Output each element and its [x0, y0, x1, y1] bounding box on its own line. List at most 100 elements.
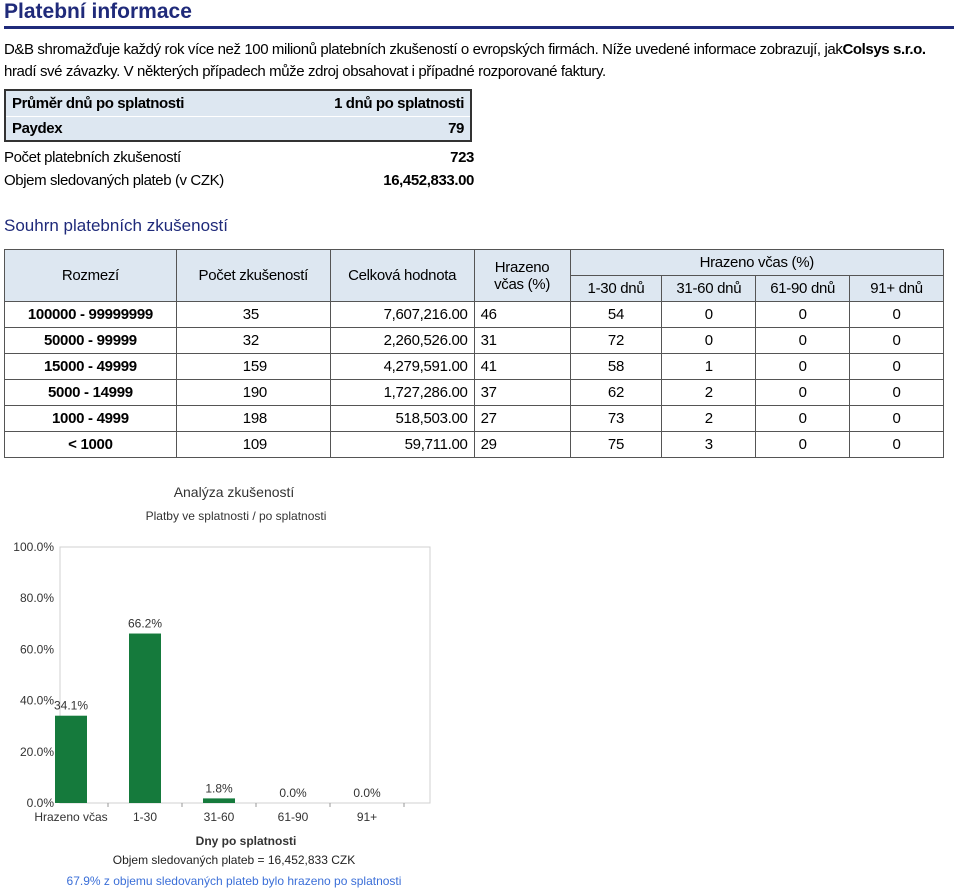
header-bucket-91plus: 91+ dnů [849, 275, 944, 302]
cell-b1: 75 [569, 431, 663, 458]
cell-count: 35 [175, 301, 331, 328]
header-total: Celková hodnota [329, 249, 475, 302]
x-tick-label: 1-30 [133, 810, 157, 824]
table-row: 1000 - 4999 198 518,503.00 27 73 2 0 0 [4, 405, 944, 432]
cell-b1: 54 [569, 301, 663, 328]
cell-b4: 0 [849, 327, 944, 354]
table-row: < 1000 109 59,711.00 29 75 3 0 0 [4, 431, 944, 458]
table-row: 15000 - 49999 159 4,279,591.00 41 58 1 0 0 [4, 353, 944, 380]
cell-b4: 0 [849, 431, 944, 458]
bar-1 [129, 633, 161, 803]
cell-ontime: 29 [473, 431, 571, 458]
cell-range: 15000 - 49999 [4, 353, 177, 380]
paydex-value: 79 [448, 120, 464, 137]
cell-total: 1,727,286.00 [329, 379, 475, 406]
y-tick-label: 60.0% [20, 642, 54, 656]
header-range: Rozmezí [4, 249, 177, 302]
cell-b2: 3 [661, 431, 757, 458]
cell-b4: 0 [849, 353, 944, 380]
chart-note-overdue: 67.9% z objemu sledovaných plateb bylo h… [67, 874, 402, 888]
cell-range: 5000 - 14999 [4, 379, 177, 406]
experience-count-value: 723 [450, 149, 474, 166]
cell-total: 518,503.00 [329, 405, 475, 432]
section-title: Souhrn platebních zkušeností [4, 216, 228, 235]
x-tick-label: 31-60 [204, 810, 235, 824]
cell-ontime: 27 [473, 405, 571, 432]
x-tick-label: 91+ [357, 810, 377, 824]
cell-b1: 72 [569, 327, 663, 354]
intro-company: Colsys s.r.o. [842, 41, 926, 58]
cell-total: 59,711.00 [329, 431, 475, 458]
bar-0 [55, 715, 87, 803]
bar-value-label: 1.8% [205, 781, 233, 795]
experience-analysis-chart: Analýza zkušeností Platby ve splatnosti … [13, 484, 431, 888]
cell-total: 2,260,526.00 [329, 327, 475, 354]
cell-b3: 0 [755, 327, 851, 354]
cell-b3: 0 [755, 379, 851, 406]
intro-paragraph: D&B shromažďuje každý rok více než 100 m… [4, 39, 949, 83]
header-bucket-31-60: 31-60 dnů [661, 275, 757, 302]
paydex-label: Paydex [12, 120, 63, 137]
payment-volume-row: Objem sledovaných plateb (v CZK) 16,452,… [4, 172, 474, 189]
chart-subtitle: Platby ve splatnosti / po splatnosti [146, 509, 327, 523]
table-row: 50000 - 99999 32 2,260,526.00 31 72 0 0 0 [4, 327, 944, 354]
summary-box: Průměr dnů po splatnosti 1 dnů po splatn… [4, 89, 472, 142]
cell-count: 32 [175, 327, 331, 354]
y-tick-label: 0.0% [27, 796, 55, 810]
cell-b4: 0 [849, 379, 944, 406]
cell-b2: 1 [661, 353, 757, 380]
cell-b4: 0 [849, 301, 944, 328]
header-paid-group: Hrazeno včas (%) [569, 249, 945, 276]
cell-range: 100000 - 99999999 [4, 301, 177, 328]
cell-count: 159 [175, 353, 331, 380]
payment-volume-value: 16,452,833.00 [383, 172, 474, 189]
cell-b1: 58 [569, 353, 663, 380]
chart-plot-area [59, 546, 431, 804]
header-bucket-1-30: 1-30 dnů [569, 275, 663, 302]
cell-b3: 0 [755, 431, 851, 458]
intro-text-after: hradí své závazky. V některých případech… [4, 63, 606, 80]
summary-separator [6, 116, 470, 117]
cell-range: 50000 - 99999 [4, 327, 177, 354]
bar-value-label: 66.2% [128, 617, 162, 631]
cell-b2: 0 [661, 301, 757, 328]
paydex-row: Paydex 79 [12, 120, 464, 137]
cell-range: < 1000 [4, 431, 177, 458]
avg-days-label: Průměr dnů po splatnosti [12, 95, 185, 112]
bar-value-label: 0.0% [279, 786, 307, 800]
bar-value-label: 0.0% [353, 786, 381, 800]
cell-b4: 0 [849, 405, 944, 432]
avg-days-row: Průměr dnů po splatnosti 1 dnů po splatn… [12, 95, 464, 112]
title-divider [4, 26, 954, 29]
y-tick-label: 80.0% [20, 591, 54, 605]
cell-ontime: 41 [473, 353, 571, 380]
cell-b3: 0 [755, 405, 851, 432]
cell-total: 4,279,591.00 [329, 353, 475, 380]
table-row: 5000 - 14999 190 1,727,286.00 37 62 2 0 0 [4, 379, 944, 406]
y-tick-label: 40.0% [20, 694, 54, 708]
cell-count: 190 [175, 379, 331, 406]
cell-range: 1000 - 4999 [4, 405, 177, 432]
cell-ontime: 37 [473, 379, 571, 406]
avg-days-value: 1 dnů po splatnosti [334, 95, 464, 112]
payment-volume-label: Objem sledovaných plateb (v CZK) [4, 172, 224, 189]
cell-b1: 62 [569, 379, 663, 406]
y-tick-label: 100.0% [13, 540, 54, 554]
x-tick-label: 61-90 [278, 810, 309, 824]
intro-text-before: D&B shromažďuje každý rok více než 100 m… [4, 41, 843, 58]
experience-count-label: Počet platebních zkušeností [4, 149, 181, 166]
chart-title: Analýza zkušeností [174, 484, 295, 500]
cell-b3: 0 [755, 353, 851, 380]
cell-ontime: 46 [473, 301, 571, 328]
experience-count-row: Počet platebních zkušeností 723 [4, 149, 474, 166]
page-title: Platební informace [4, 0, 192, 23]
cell-b3: 0 [755, 301, 851, 328]
cell-b2: 2 [661, 405, 757, 432]
bar-value-label: 34.1% [54, 699, 88, 713]
y-tick-label: 20.0% [20, 745, 54, 759]
cell-count: 198 [175, 405, 331, 432]
cell-count: 109 [175, 431, 331, 458]
payment-summary-table: Rozmezí Počet zkušeností Celková hodnota… [4, 249, 945, 458]
bar-2 [203, 798, 235, 803]
cell-b1: 73 [569, 405, 663, 432]
